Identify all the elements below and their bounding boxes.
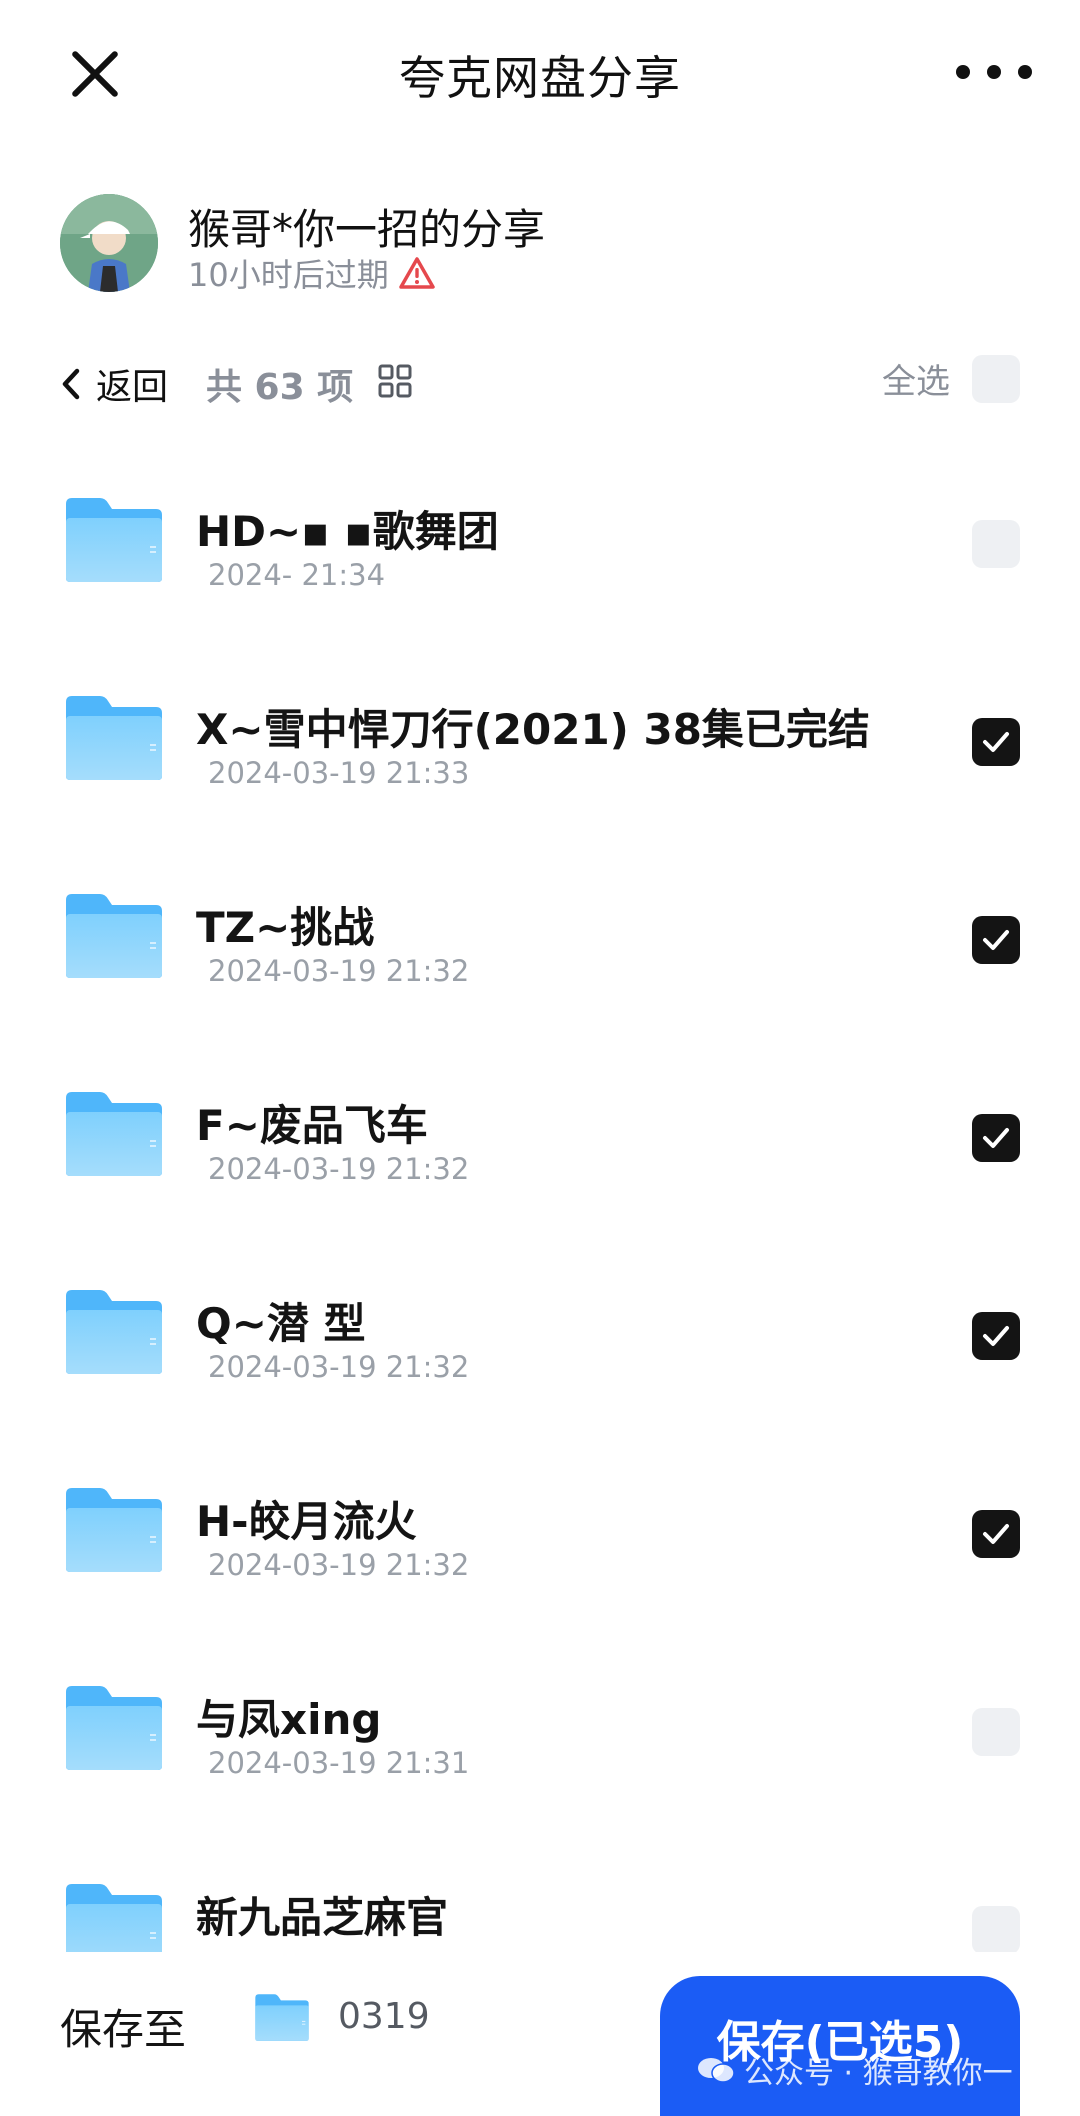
list-item[interactable]: X~雪中悍刀行(2021) 38集已完结 2024-03-19 21:33 <box>0 650 1080 848</box>
file-name: 新九品芝麻官 <box>196 1893 449 1942</box>
folder-icon <box>66 1092 162 1176</box>
file-date: 2024-03-19 21:31 <box>208 1746 470 1780</box>
folder-icon <box>66 696 162 780</box>
file-name: 与凤xing <box>196 1695 382 1744</box>
check-icon <box>983 1128 1009 1148</box>
list-item[interactable]: TZ~挑战 2024-03-19 21:32 <box>0 848 1080 1046</box>
file-name: HD~▪ ▪歌舞团 <box>196 507 499 556</box>
expire-text: 10小时后过期 <box>188 256 389 294</box>
chevron-left-icon <box>62 368 80 400</box>
watermark-text: 公众号 · 猴哥教你一 <box>744 2056 1013 2091</box>
save-to-label: 保存至 <box>60 2005 187 2054</box>
check-icon <box>983 1524 1009 1544</box>
page-title: 夸克网盘分享 <box>399 51 681 105</box>
folder-icon <box>66 498 162 582</box>
row-checkbox[interactable] <box>972 1510 1020 1558</box>
folder-icon[interactable] <box>254 1992 310 2042</box>
warning-triangle-icon <box>398 257 435 289</box>
file-date: 2024-03-19 21:32 <box>208 1350 470 1384</box>
row-checkbox[interactable] <box>972 1906 1020 1952</box>
file-date: 2024-03-19 21:33 <box>208 756 470 790</box>
more-dots-icon[interactable] <box>956 54 1032 90</box>
select-all[interactable]: 全选 <box>882 354 1020 403</box>
row-checkbox[interactable] <box>972 520 1020 568</box>
sharer-name: 猴哥*你一招的分享 <box>188 205 546 254</box>
file-date: 2024-03-19 21:32 <box>208 1548 470 1582</box>
check-icon <box>983 732 1009 752</box>
row-checkbox[interactable] <box>972 718 1020 766</box>
file-name: H-皎月流火 <box>196 1497 417 1546</box>
check-icon <box>983 1326 1009 1346</box>
back-button[interactable]: 返回 <box>60 358 168 410</box>
row-checkbox[interactable] <box>972 1312 1020 1360</box>
file-list: HD~▪ ▪歌舞团 2024- 21:34 X~雪中悍刀行(2021) 38集已… <box>0 452 1080 1952</box>
sharer-info: 猴哥*你一招的分享 10小时后过期 <box>60 190 1020 300</box>
file-name: TZ~挑战 <box>196 903 375 952</box>
watermark: 公众号 · 猴哥教你一 <box>696 2048 1013 2092</box>
list-toolbar: 返回 共 63 项 全选 <box>60 350 1020 416</box>
folder-icon <box>66 1488 162 1572</box>
folder-icon <box>66 1686 162 1770</box>
list-item[interactable]: Q~潜 型 2024-03-19 21:32 <box>0 1244 1080 1442</box>
select-all-checkbox[interactable] <box>972 354 1020 403</box>
item-count: 共 63 项 <box>206 367 354 408</box>
avatar[interactable] <box>60 194 158 292</box>
list-item[interactable]: H-皎月流火 2024-03-19 21:32 <box>0 1442 1080 1640</box>
destination-folder-name[interactable]: 0319 <box>338 1996 430 2037</box>
save-button[interactable]: 保存(已选5) <box>660 1976 1020 2116</box>
list-item[interactable]: 新九品芝麻官 <box>0 1838 1080 1952</box>
wechat-icon <box>698 2058 735 2083</box>
expire-info: 10小时后过期 <box>188 250 435 296</box>
file-name: F~废品飞车 <box>196 1101 428 1150</box>
check-icon <box>983 930 1009 950</box>
file-name: X~雪中悍刀行(2021) 38集已完结 <box>196 705 870 754</box>
select-all-label: 全选 <box>882 362 950 402</box>
file-name: Q~潜 型 <box>196 1299 366 1348</box>
grid-view-icon[interactable] <box>378 364 412 398</box>
row-checkbox[interactable] <box>972 1708 1020 1756</box>
row-checkbox[interactable] <box>972 1114 1020 1162</box>
list-item[interactable]: HD~▪ ▪歌舞团 2024- 21:34 <box>0 452 1080 650</box>
list-item[interactable]: F~废品飞车 2024-03-19 21:32 <box>0 1046 1080 1244</box>
row-checkbox[interactable] <box>972 916 1020 964</box>
back-label: 返回 <box>96 367 169 408</box>
file-date: 2024-03-19 21:32 <box>208 954 470 988</box>
folder-icon <box>66 894 162 978</box>
file-date: 2024- 21:34 <box>208 558 386 592</box>
file-date: 2024-03-19 21:32 <box>208 1152 470 1186</box>
list-item[interactable]: 与凤xing 2024-03-19 21:31 <box>0 1640 1080 1838</box>
folder-icon <box>66 1290 162 1374</box>
folder-icon <box>66 1884 162 1952</box>
header-bar: 夸克网盘分享 <box>0 0 1080 140</box>
